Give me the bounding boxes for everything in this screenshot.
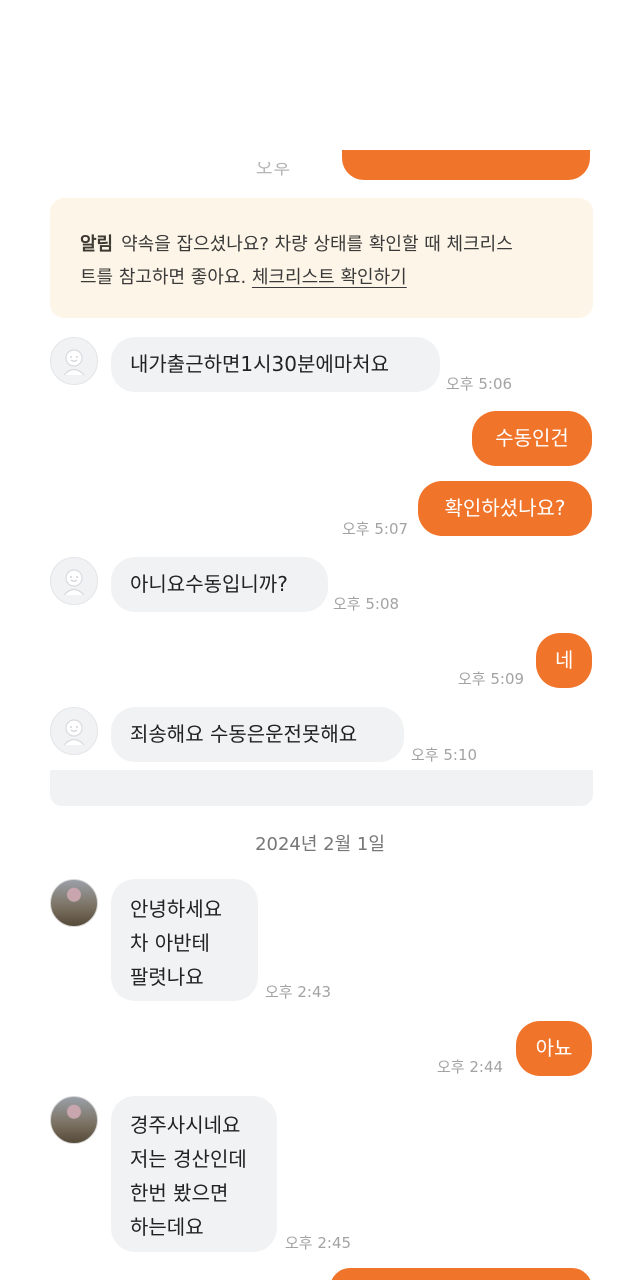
notice-text: 약속을 잡으셨나요? 차량 상태를 확인할 때 체크리스 — [121, 234, 513, 255]
message-text: 죄송해요 수동은운전못해요 — [130, 722, 358, 746]
message-line: 차 아반테 — [130, 931, 210, 955]
message-timestamp: 오후 5:07 — [342, 520, 409, 538]
smiley-face-icon — [63, 569, 85, 596]
message-line: 팔렷나요 — [130, 965, 204, 989]
message-timestamp: 오후 2:45 — [285, 1234, 352, 1252]
avatar[interactable] — [50, 337, 98, 385]
smiley-face-icon — [63, 719, 85, 746]
message-timestamp: 오후 2:43 — [265, 983, 332, 1001]
notice-text-continued: 트를 참고하면 좋아요. — [80, 267, 252, 288]
outgoing-message-bubble[interactable]: 네 — [536, 633, 592, 688]
message-timestamp: 오후 5:08 — [333, 595, 400, 613]
outgoing-message-bubble[interactable]: 수동인건 — [472, 411, 592, 466]
message-text: 수동인건 — [495, 426, 569, 450]
notice-label: 알림 — [80, 234, 114, 255]
message-timestamp: 오후 5:10 — [411, 746, 478, 764]
profile-photo-icon[interactable] — [50, 1096, 98, 1144]
outgoing-message-bubble[interactable]: 확인하셨나요? — [418, 481, 592, 536]
smiley-face-icon — [63, 349, 85, 376]
message-text: 아니요수동입니까? — [130, 572, 288, 596]
outgoing-message-bubble[interactable]: 아뇨 — [516, 1021, 592, 1076]
chat-screen: 오후 5:05 알림 약속을 잡으셨나요? 차량 상태를 확인할 때 체크리스 트… — [0, 0, 640, 1280]
message-text: 확인하셨나요? — [444, 496, 566, 520]
checklist-link[interactable]: 체크리스트 확인하기 — [252, 267, 407, 288]
incoming-message-bubble[interactable]: 내가출근하면1시30분에마처요 — [111, 337, 440, 392]
incoming-message-bubble[interactable]: 죄송해요 수동은운전못해요 — [111, 707, 404, 762]
message-timestamp: 오후 5:09 — [458, 670, 525, 688]
avatar[interactable] — [50, 707, 98, 755]
message-line: 하는데요 — [130, 1215, 204, 1239]
message-line: 경주사시네요 — [130, 1113, 241, 1137]
message-text: 네 — [555, 648, 574, 672]
outgoing-message-bubble[interactable] — [342, 150, 590, 180]
outgoing-message-bubble[interactable] — [330, 1268, 592, 1280]
avatar[interactable] — [50, 557, 98, 605]
message-line: 한번 봤으면 — [130, 1181, 229, 1205]
incoming-message-bubble[interactable]: 안녕하세요 차 아반테 팔렷나요 — [111, 879, 258, 1001]
message-text: 내가출근하면1시30분에마처요 — [130, 352, 389, 376]
checklist-notice: 알림 약속을 잡으셨나요? 차량 상태를 확인할 때 체크리스 트를 참고하면 좋… — [50, 198, 593, 318]
profile-photo-icon[interactable] — [50, 879, 98, 927]
incoming-message-bubble[interactable]: 경주사시네요 저는 경산인데 한번 봤으면 하는데요 — [111, 1096, 277, 1252]
divider-band — [50, 770, 593, 806]
incoming-message-bubble[interactable]: 아니요수동입니까? — [111, 557, 328, 612]
message-text: 아뇨 — [535, 1036, 573, 1060]
message-timestamp: 오후 5:05 — [256, 162, 292, 176]
message-timestamp: 오후 5:06 — [446, 375, 513, 393]
message-timestamp: 오후 2:44 — [437, 1058, 504, 1076]
message-line: 저는 경산인데 — [130, 1147, 247, 1171]
message-line: 안녕하세요 — [130, 897, 222, 921]
date-separator: 2024년 2월 1일 — [255, 834, 385, 855]
